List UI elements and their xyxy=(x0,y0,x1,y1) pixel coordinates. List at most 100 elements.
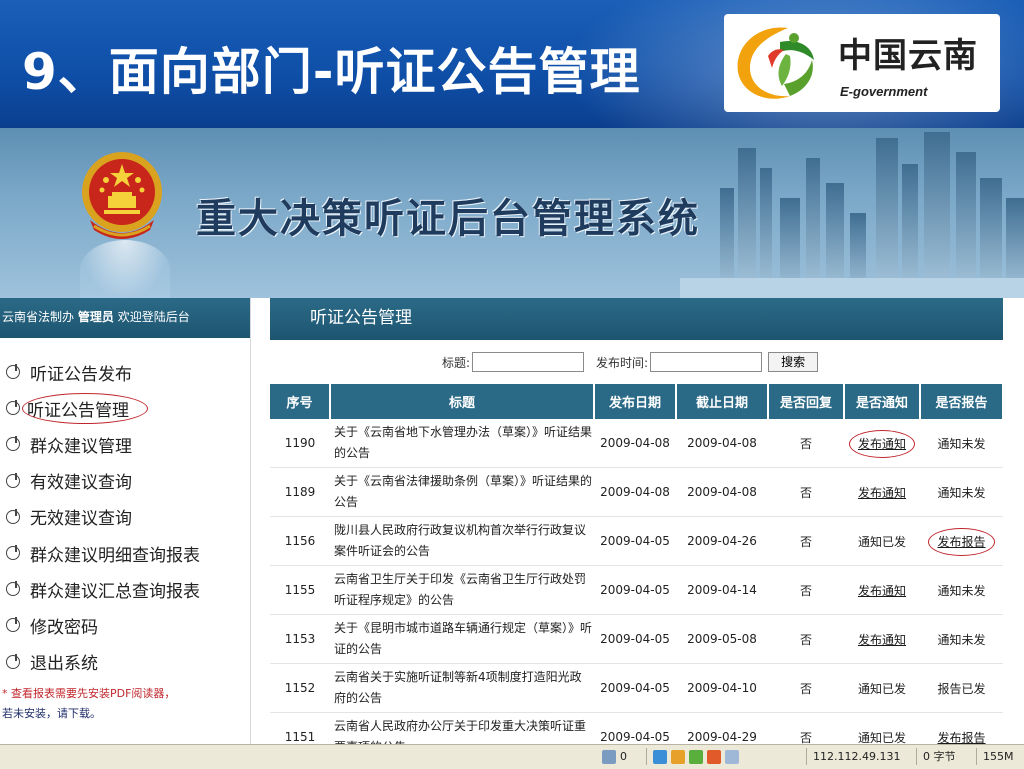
download-icon xyxy=(602,750,616,764)
row-title: 陇川县人民政府行政复议机构首次举行行政复议案件听证会的公告 xyxy=(330,516,594,566)
publish-notice-link[interactable]: 发布通知 xyxy=(858,486,906,500)
row-publish-date: 2009-04-05 xyxy=(594,565,676,615)
title-search-input[interactable] xyxy=(472,352,585,372)
sidebar-item-label: 无效建议查询 xyxy=(30,509,132,530)
publish-report-link[interactable]: 发布报告 xyxy=(937,731,985,745)
slide-header: 9、面向部门-听证公告管理 中国云南 E-government xyxy=(0,0,1024,128)
row-title: 云南省关于实施听证制等新4项制度打造阳光政府的公告 xyxy=(330,663,594,713)
row-publish-date: 2009-04-05 xyxy=(594,614,676,664)
sidebar-item-announcement-publish[interactable]: 听证公告发布 xyxy=(0,354,250,390)
row-publish-date: 2009-04-08 xyxy=(594,467,676,517)
system-banner: 重大决策听证后台管理系统 xyxy=(0,128,1024,298)
sidebar: 云南省法制办 管理员 欢迎登陆后台 听证公告发布 听证公告管理 群众建议管理 有… xyxy=(0,298,251,744)
row-title: 关于《云南省地下水管理办法（草案）》听证结果的公告 xyxy=(330,419,594,468)
row-publish-date: 2009-04-05 xyxy=(594,516,676,566)
row-id: 1155 xyxy=(270,565,330,615)
row-title: 关于《昆明市城市道路车辆通行规定（草案）》听证的公告 xyxy=(330,614,594,664)
col-header-title: 标题 xyxy=(330,384,595,419)
row-id: 1190 xyxy=(270,419,330,468)
table-row: 1155 云南省卫生厅关于印发《云南省卫生厅行政处罚听证程序规定》的公告 200… xyxy=(270,565,1003,615)
logo-text: 中国云南 xyxy=(838,36,978,76)
col-header-reported: 是否报告 xyxy=(920,384,1004,419)
sidebar-item-label: 群众建议明细查询报表 xyxy=(30,545,200,566)
row-title: 关于《云南省法律援助条例（草案）》听证结果的公告 xyxy=(330,467,594,517)
date-search-input[interactable] xyxy=(650,352,763,372)
sidebar-item-change-password[interactable]: 修改密码 xyxy=(0,607,250,643)
row-deadline: 2009-04-08 xyxy=(676,419,768,468)
bullet-icon xyxy=(6,653,20,669)
table-row: 1152 云南省关于实施听证制等新4项制度打造阳光政府的公告 2009-04-0… xyxy=(270,663,1003,713)
sidebar-item-label: 有效建议查询 xyxy=(30,473,132,494)
row-report-cell: 发布报告 xyxy=(920,516,1003,566)
status-bytes: 0 字节 xyxy=(916,748,975,765)
row-deadline: 2009-04-08 xyxy=(676,467,768,517)
col-header-publish-date: 发布日期 xyxy=(594,384,677,419)
col-header-deadline: 截止日期 xyxy=(676,384,769,419)
bullet-icon xyxy=(6,472,20,488)
addon-icon[interactable] xyxy=(689,750,703,764)
sidebar-item-invalid-query[interactable]: 无效建议查询 xyxy=(0,499,250,535)
bullet-icon xyxy=(6,545,20,561)
popup-blocker-icon[interactable] xyxy=(671,750,685,764)
status-count-seg: 0 xyxy=(596,748,627,765)
sidebar-item-detail-report[interactable]: 群众建议明细查询报表 xyxy=(0,535,250,571)
pdf-notice-line2[interactable]: 若未安装，请下载。 xyxy=(2,704,248,724)
search-button[interactable]: 搜索 xyxy=(768,352,819,372)
col-header-id: 序号 xyxy=(270,384,331,419)
row-report-status: 通知未发 xyxy=(920,467,1003,517)
logo-swirl-icon xyxy=(737,27,814,99)
row-deadline: 2009-04-14 xyxy=(676,565,768,615)
row-report-status: 通知未发 xyxy=(920,565,1003,615)
publish-notice-link[interactable]: 发布通知 xyxy=(858,584,906,598)
national-emblem-icon xyxy=(82,152,162,239)
status-memory: 155M xyxy=(976,748,1024,765)
col-header-notified: 是否通知 xyxy=(844,384,921,419)
row-notify-cell: 发布通知 xyxy=(844,467,920,517)
emblem-glow xyxy=(80,240,170,298)
security-icon[interactable] xyxy=(653,750,667,764)
row-report-status: 报告已发 xyxy=(920,663,1003,713)
status-icons xyxy=(646,748,743,765)
row-replied: 否 xyxy=(768,663,844,713)
bullet-icon xyxy=(6,581,20,597)
table-row: 1156 陇川县人民政府行政复议机构首次举行行政复议案件听证会的公告 2009-… xyxy=(270,516,1003,566)
row-title: 云南省卫生厅关于印发《云南省卫生厅行政处罚听证程序规定》的公告 xyxy=(330,565,594,615)
row-notify-status: 通知已发 xyxy=(844,663,920,713)
row-id: 1153 xyxy=(270,614,330,664)
main-panel: 听证公告管理 标题: 发布时间: 搜索 序号 标题 发布日期 截止日期 是否回复… xyxy=(270,298,1004,762)
page-icon[interactable] xyxy=(725,750,739,764)
publish-report-link[interactable]: 发布报告 xyxy=(928,527,995,556)
sidebar-item-suggestion-manage[interactable]: 群众建议管理 xyxy=(0,426,250,462)
row-deadline: 2009-04-26 xyxy=(676,516,768,566)
row-id: 1152 xyxy=(270,663,330,713)
row-replied: 否 xyxy=(768,467,844,517)
row-deadline: 2009-04-10 xyxy=(676,663,768,713)
slide-title: 9、面向部门-听证公告管理 xyxy=(22,43,641,101)
sidebar-item-label: 退出系统 xyxy=(30,654,98,675)
row-id: 1156 xyxy=(270,516,330,566)
gear-icon[interactable] xyxy=(707,750,721,764)
col-header-replied: 是否回复 xyxy=(768,384,845,419)
publish-notice-link[interactable]: 发布通知 xyxy=(848,429,915,458)
row-notify-status: 通知已发 xyxy=(844,516,920,566)
table-row: 1190 关于《云南省地下水管理办法（草案）》听证结果的公告 2009-04-0… xyxy=(270,419,1003,468)
sidebar-item-valid-query[interactable]: 有效建议查询 xyxy=(0,463,250,499)
sidebar-item-announcement-manage[interactable]: 听证公告管理 xyxy=(0,390,250,426)
status-count: 0 xyxy=(620,750,627,763)
welcome-org: 云南省法制办 xyxy=(2,310,75,324)
pdf-notice-line1: * 查看报表需要先安装PDF阅读器， xyxy=(2,686,176,700)
sidebar-item-label: 修改密码 xyxy=(30,617,98,638)
publish-notice-link[interactable]: 发布通知 xyxy=(858,633,906,647)
sidebar-item-label: 群众建议管理 xyxy=(30,436,132,457)
row-notify-cell: 发布通知 xyxy=(844,565,920,615)
table-header-row: 序号 标题 发布日期 截止日期 是否回复 是否通知 是否报告 xyxy=(270,384,1004,419)
row-notify-cell: 发布通知 xyxy=(844,614,920,664)
sidebar-item-summary-report[interactable]: 群众建议汇总查询报表 xyxy=(0,571,250,607)
sidebar-item-label: 听证公告管理 xyxy=(22,392,148,424)
browser-status-bar: 0 112.112.49.131 0 字节 155M xyxy=(0,744,1024,769)
sidebar-item-logout[interactable]: 退出系统 xyxy=(0,644,250,680)
welcome-bar: 云南省法制办 管理员 欢迎登陆后台 xyxy=(0,298,250,338)
row-replied: 否 xyxy=(768,614,844,664)
bullet-icon xyxy=(6,617,20,633)
sidebar-nav: 听证公告发布 听证公告管理 群众建议管理 有效建议查询 无效建议查询 群众建议明… xyxy=(0,338,250,680)
